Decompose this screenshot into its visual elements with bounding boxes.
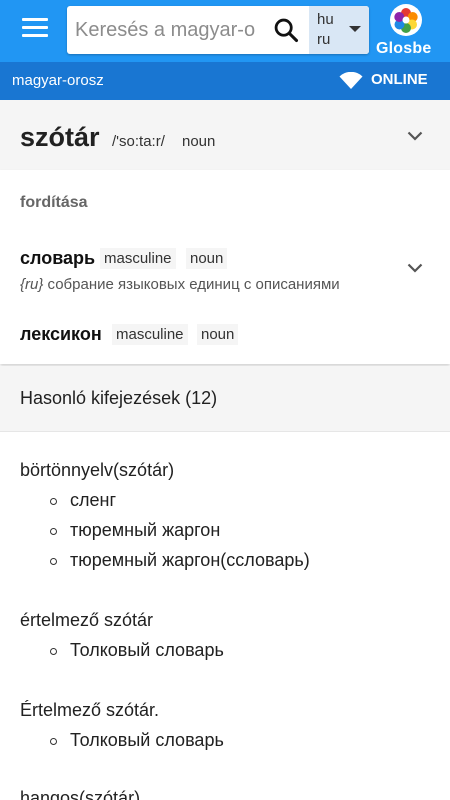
search-input[interactable] (75, 16, 269, 44)
language-pair-label[interactable]: magyar-orosz (12, 72, 104, 89)
bullet-icon (50, 528, 57, 535)
translation-word[interactable]: лексикон (20, 324, 102, 345)
language-pair-strip: magyar-orosz ONLINE (0, 62, 450, 100)
expression-term[interactable]: hangos(szótár) (20, 788, 140, 800)
pos-tag: noun (197, 324, 239, 345)
target-language: ru (317, 31, 331, 48)
translation-example: {ru} собрание языковых единиц с описания… (20, 276, 340, 293)
search-icon[interactable] (272, 16, 300, 44)
bullet-icon (50, 558, 57, 565)
expression-translation[interactable]: тюремный жаргон(ссловарь) (70, 550, 310, 571)
example-language: {ru} (20, 276, 44, 293)
expression-term[interactable]: értelmező szótár (20, 610, 153, 631)
glosbe-logo-icon (390, 4, 422, 36)
section-label: fordítása (20, 194, 88, 211)
dropdown-arrow-icon (349, 26, 361, 32)
chevron-down-icon[interactable] (407, 263, 423, 273)
glosbe-logo[interactable]: Glosbe (374, 4, 440, 58)
part-of-speech: noun (182, 133, 216, 150)
expression-term[interactable]: börtönnyelv(szótár) (20, 460, 174, 481)
language-selector[interactable]: hu ru (309, 6, 369, 54)
pronunciation: /'so:ta:r/ (112, 133, 165, 150)
expression-translation[interactable]: тюремный жаргон (70, 520, 220, 541)
translation-word[interactable]: словарь (20, 248, 95, 269)
headword: szótár (20, 122, 100, 152)
bullet-icon (50, 648, 57, 655)
pos-tag: noun (186, 248, 228, 269)
search-bar: hu ru (67, 6, 369, 54)
wifi-icon (339, 72, 363, 89)
gender-tag: masculine (112, 324, 188, 345)
bullet-icon (50, 738, 57, 745)
chevron-down-icon[interactable] (407, 131, 423, 141)
similar-expressions-header[interactable]: Hasonló kifejezések (12) (0, 366, 450, 432)
example-text: собрание языковых единиц с описаниями (43, 276, 340, 293)
logo-text: Glosbe (376, 40, 432, 57)
expression-translation[interactable]: Толковый словарь (70, 640, 224, 661)
app-bar: hu ru Glosbe (0, 0, 450, 62)
similar-expressions-title: Hasonló kifejezések (12) (20, 388, 218, 408)
expression-translation[interactable]: сленг (70, 490, 116, 511)
gender-tag: masculine (100, 248, 176, 269)
expression-translation[interactable]: Толковый словарь (70, 730, 224, 751)
source-language: hu (317, 11, 334, 28)
hamburger-menu-icon[interactable] (22, 18, 48, 42)
expression-term[interactable]: Értelmező szótár. (20, 700, 159, 721)
online-status: ONLINE (371, 71, 428, 88)
translations-card: fordítása словарь masculine noun {ru} со… (0, 170, 450, 364)
bullet-icon (50, 498, 57, 505)
headword-card: szótár /'so:ta:r/ noun (0, 100, 450, 170)
